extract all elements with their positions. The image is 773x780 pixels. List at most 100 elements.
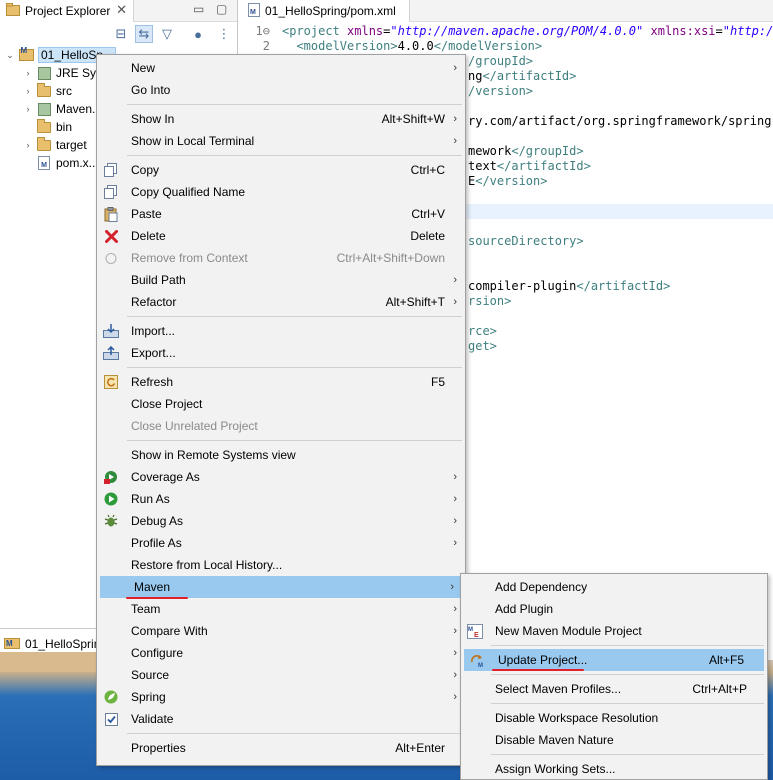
menu-item-show-in-local-terminal[interactable]: Show in Local Terminal › — [97, 130, 465, 152]
xml-file-icon: M — [36, 155, 52, 171]
close-icon[interactable]: ✕ — [116, 2, 127, 18]
menu-item-paste[interactable]: Paste Ctrl+V — [97, 203, 465, 225]
menu-item-import[interactable]: Import... — [97, 320, 465, 342]
menu-item-go-into[interactable]: Go Into — [97, 79, 465, 101]
menu-item-label: Assign Working Sets... — [495, 762, 616, 776]
menu-item-add-dependency[interactable]: Add Dependency — [461, 576, 767, 598]
code-text: E</version> — [468, 174, 547, 189]
menu-item-coverage-as[interactable]: Coverage As › — [97, 466, 465, 488]
menu-item-show-in[interactable]: Show In Alt+Shift+W › — [97, 108, 465, 130]
menu-item-disable-workspace-resolution[interactable]: Disable Workspace Resolution — [461, 707, 767, 729]
chevron-right-icon: › — [453, 62, 457, 74]
code-line: 1⊖ <project xmlns = "http://maven.apache.or… — [240, 24, 773, 39]
maven-project-icon — [18, 46, 34, 63]
menu-item-properties[interactable]: Properties Alt+Enter — [97, 737, 465, 759]
menu-item-label: Copy Qualified Name — [131, 185, 246, 199]
menu-item-close-project[interactable]: Close Project — [97, 393, 465, 415]
menu-item-label: Remove from Context — [131, 251, 248, 265]
menu-item-label: Source — [131, 668, 170, 682]
library-icon — [36, 101, 52, 117]
menu-item-build-path[interactable]: Build Path › — [97, 269, 465, 291]
tab-pom-xml-label: 01_HelloSpring/pom.xml — [265, 4, 396, 18]
menu-item-label: Debug As — [131, 514, 184, 528]
minimize-icon[interactable]: ▭ — [193, 2, 204, 16]
menu-item-update-project[interactable]: M Update Project... Alt+F5 — [464, 649, 764, 671]
code-text: ry.com/artifact/org.springframework/spri… — [468, 114, 773, 129]
code-text: text</artifactId> — [468, 159, 591, 174]
chevron-right-icon[interactable]: ⌄ — [4, 50, 16, 61]
tab-project-explorer[interactable]: Project Explorer ✕ — [0, 0, 134, 22]
menu-item-configure[interactable]: Configure › — [97, 642, 465, 664]
filter-icon[interactable]: ▽ — [158, 25, 176, 43]
menu-separator — [127, 367, 462, 368]
menu-item-delete[interactable]: Delete Delete — [97, 225, 465, 247]
menu-item-spring[interactable]: Spring › — [97, 686, 465, 708]
menu-item-add-plugin[interactable]: Add Plugin — [461, 598, 767, 620]
chevron-right-icon: › — [453, 669, 457, 681]
menu-item-run-as[interactable]: Run As › — [97, 488, 465, 510]
chevron-right-icon: › — [453, 296, 457, 308]
link-with-editor-icon[interactable]: ⇆ — [135, 25, 153, 43]
focus-active-task-icon[interactable]: ● — [189, 25, 207, 43]
code-token: rsion> — [468, 294, 512, 308]
explorer-toolbar: ⊟ ⇆ ▽ ● ⋮ — [0, 22, 237, 46]
code-token: </artifactId> — [482, 69, 577, 83]
chevron-right-icon: › — [453, 603, 457, 615]
svg-text:M: M — [478, 663, 483, 668]
chevron-right-icon[interactable]: › — [22, 68, 34, 78]
menu-item-disable-maven-nature[interactable]: Disable Maven Nature — [461, 729, 767, 751]
coverage-icon — [103, 469, 119, 485]
menu-item-label: Maven — [134, 580, 171, 594]
code-token: ry.com/artifact/org.springframework/spri… — [468, 114, 773, 128]
menu-item-show-in-remote-systems-view[interactable]: Show in Remote Systems view — [97, 444, 465, 466]
menu-item-label: Configure — [131, 646, 184, 660]
menu-separator — [491, 703, 764, 704]
code-token: <project — [282, 24, 348, 38]
menu-item-new[interactable]: New › — [97, 57, 465, 79]
menu-item-source[interactable]: Source › — [97, 664, 465, 686]
menu-item-refactor[interactable]: Refactor Alt+Shift+T › — [97, 291, 465, 313]
menu-item-copy[interactable]: Copy Ctrl+C — [97, 159, 465, 181]
menu-item-label: New — [131, 61, 156, 75]
tab-pom-xml[interactable]: M 01_HelloSpring/pom.xml — [240, 0, 410, 22]
menu-item-label: Close Project — [131, 397, 203, 411]
menu-item-label: Restore from Local History... — [131, 558, 283, 572]
menu-item-label: Import... — [131, 324, 176, 338]
chevron-right-icon: › — [453, 493, 457, 505]
menu-item-compare-with[interactable]: Compare With › — [97, 620, 465, 642]
menu-item-shortcut: Ctrl+Alt+Shift+Down — [336, 251, 445, 265]
menu-item-label: Add Dependency — [495, 580, 588, 594]
menu-item-validate[interactable]: Validate — [97, 708, 465, 730]
code-token: </artifactId> — [576, 279, 671, 293]
menu-item-new-maven-module-project[interactable]: M E New Maven Module Project — [461, 620, 767, 642]
code-text: rce> — [468, 324, 497, 339]
chevron-right-icon: › — [453, 537, 457, 549]
collapse-all-icon[interactable]: ⊟ — [112, 25, 130, 43]
menu-item-team[interactable]: Team › — [97, 598, 465, 620]
menu-item-restore-from-local-history[interactable]: Restore from Local History... — [97, 554, 465, 576]
menu-item-profile-as[interactable]: Profile As › — [97, 532, 465, 554]
code-text: <project xmlns = "http://maven.apache.org/… — [282, 24, 773, 39]
menu-item-copy-qualified-name[interactable]: Copy Qualified Name — [97, 181, 465, 203]
menu-item-label: New Maven Module Project — [495, 624, 642, 638]
tab-project-explorer-label: Project Explorer — [25, 4, 111, 18]
annotation-underline-maven — [126, 597, 188, 599]
view-menu-icon[interactable]: ⋮ — [215, 25, 233, 43]
menu-separator — [491, 645, 764, 646]
chevron-right-icon[interactable]: › — [22, 86, 34, 96]
menu-item-assign-working-sets[interactable]: Assign Working Sets... — [461, 758, 767, 780]
menu-item-refresh[interactable]: Refresh F5 — [97, 371, 465, 393]
code-token: xmlns — [347, 24, 384, 38]
menu-item-debug-as[interactable]: Debug As › — [97, 510, 465, 532]
menu-item-maven[interactable]: Maven › — [100, 576, 462, 598]
chevron-right-icon: › — [453, 691, 457, 703]
maximize-icon[interactable]: ▢ — [216, 2, 227, 16]
menu-item-export[interactable]: Export... — [97, 342, 465, 364]
chevron-right-icon[interactable]: › — [22, 104, 34, 114]
menu-item-shortcut: Ctrl+V — [411, 207, 445, 221]
code-token: "http://w — [722, 24, 773, 38]
menu-item-select-maven-profiles[interactable]: Select Maven Profiles... Ctrl+Alt+P — [461, 678, 767, 700]
folder-icon — [36, 136, 52, 153]
chevron-right-icon[interactable]: › — [22, 140, 34, 150]
